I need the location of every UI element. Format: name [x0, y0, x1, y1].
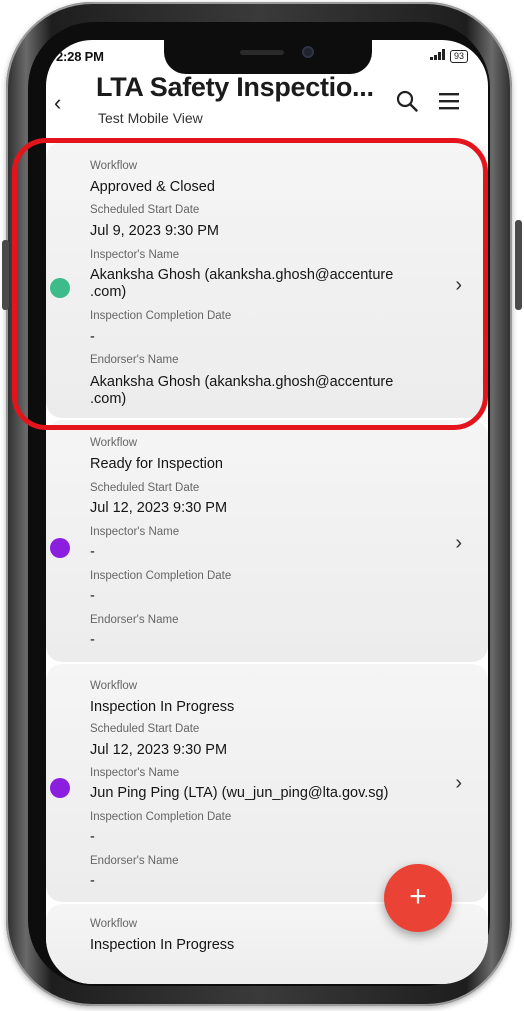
- app-screen: 2:28 PM 93 ‹ LTA Safety Inspectio... Tes…: [46, 40, 488, 984]
- status-dot: [50, 778, 70, 798]
- power-button: [515, 220, 522, 310]
- back-button[interactable]: ‹: [54, 90, 61, 116]
- workflow-value: Inspection In Progress: [90, 699, 235, 715]
- status-dot: [50, 278, 70, 298]
- status-icons: 93: [429, 49, 468, 63]
- scheduled-start-label: Scheduled Start Date: [90, 723, 200, 735]
- camera-icon: [302, 46, 314, 58]
- scheduled-start-label: Scheduled Start Date: [90, 204, 200, 216]
- inspection-card[interactable]: › Workflow Ready for Inspection Schedule…: [46, 420, 488, 662]
- completion-value: -: [90, 329, 95, 345]
- completion-label: Inspection Completion Date: [90, 570, 232, 582]
- page-title: LTA Safety Inspectio...: [96, 72, 374, 102]
- endorser-value: -: [90, 632, 95, 648]
- inspector-value-line1: Akanksha Ghosh (akanksha.ghosh@accenture: [90, 267, 394, 283]
- endorser-label: Endorser's Name: [90, 614, 179, 626]
- inspector-label: Inspector's Name: [90, 249, 180, 261]
- inspection-list: › Workflow Approved & Closed Scheduled S…: [46, 142, 488, 984]
- endorser-value-line2: .com): [90, 391, 127, 407]
- add-inspection-button[interactable]: +: [384, 864, 452, 932]
- inspector-label: Inspector's Name: [90, 767, 180, 779]
- scheduled-start-value: Jul 9, 2023 9:30 PM: [90, 223, 219, 239]
- status-dot: [50, 538, 70, 558]
- endorser-label: Endorser's Name: [90, 855, 179, 867]
- scheduled-start-value: Jul 12, 2023 9:30 PM: [90, 742, 228, 758]
- volume-button: [2, 240, 9, 310]
- workflow-label: Workflow: [90, 918, 138, 930]
- battery-icon: 93: [449, 49, 468, 63]
- menu-icon[interactable]: [438, 92, 460, 110]
- workflow-value: Approved & Closed: [90, 179, 215, 195]
- scheduled-start-label: Scheduled Start Date: [90, 482, 200, 494]
- endorser-value: -: [90, 873, 95, 889]
- chevron-right-icon[interactable]: ›: [455, 532, 462, 555]
- inspector-label: Inspector's Name: [90, 526, 180, 538]
- inspector-value-line2: .com): [90, 284, 127, 300]
- inspector-value: -: [90, 544, 95, 560]
- speaker-grill: [240, 50, 284, 55]
- chevron-right-icon[interactable]: ›: [455, 772, 462, 795]
- inspection-card[interactable]: › Workflow Approved & Closed Scheduled S…: [46, 142, 488, 418]
- workflow-value: Ready for Inspection: [90, 456, 223, 472]
- completion-value: -: [90, 588, 95, 604]
- completion-label: Inspection Completion Date: [90, 811, 232, 823]
- workflow-label: Workflow: [90, 437, 138, 449]
- completion-label: Inspection Completion Date: [90, 310, 232, 322]
- status-time: 2:28 PM: [56, 49, 104, 64]
- workflow-label: Workflow: [90, 160, 138, 172]
- endorser-label: Endorser's Name: [90, 354, 179, 366]
- workflow-label: Workflow: [90, 680, 138, 692]
- workflow-value: Inspection In Progress: [90, 937, 235, 953]
- scheduled-start-value: Jul 12, 2023 9:30 PM: [90, 500, 228, 516]
- endorser-value-line1: Akanksha Ghosh (akanksha.ghosh@accenture: [90, 374, 394, 390]
- search-icon[interactable]: [396, 90, 418, 112]
- chevron-right-icon[interactable]: ›: [455, 274, 462, 297]
- signal-icon: [429, 49, 446, 63]
- inspector-value: Jun Ping Ping (LTA) (wu_jun_ping@lta.gov…: [90, 785, 389, 801]
- notch: [164, 40, 372, 74]
- page-subtitle: Test Mobile View: [98, 110, 203, 126]
- completion-value: -: [90, 829, 95, 845]
